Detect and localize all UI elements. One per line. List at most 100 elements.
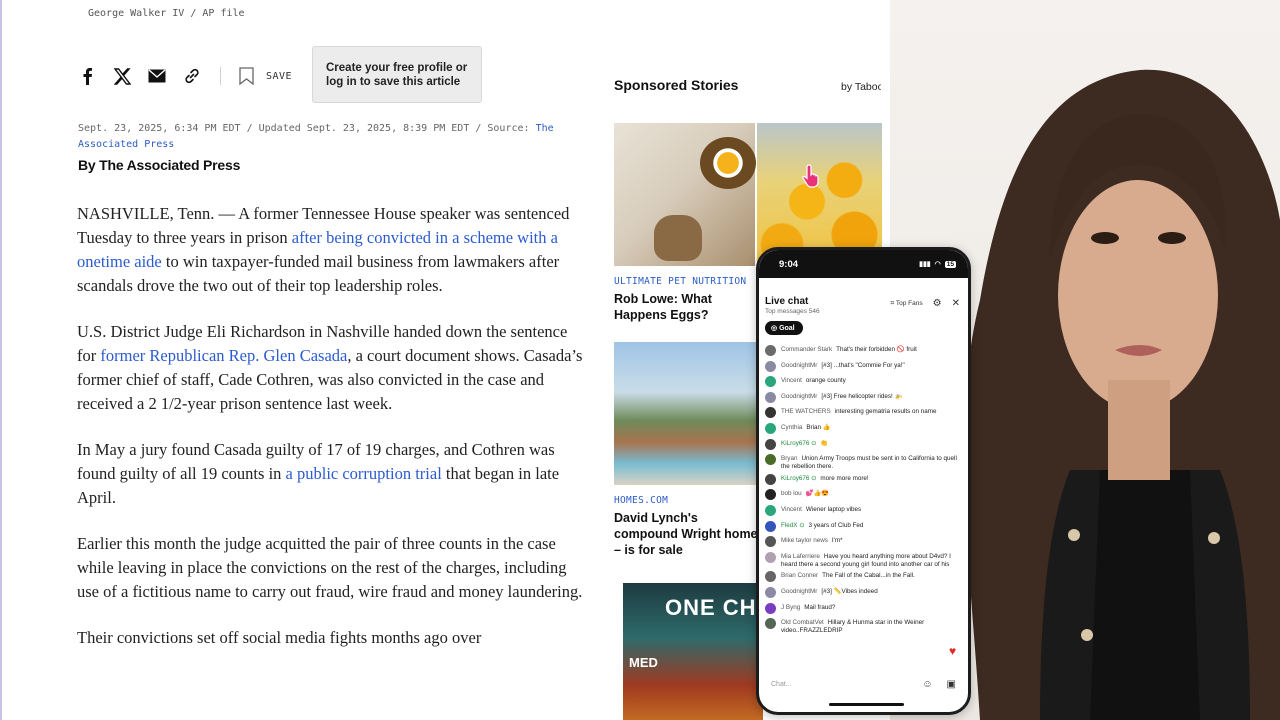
avatar[interactable] xyxy=(765,345,776,356)
chat-message[interactable]: Mia Laferriere Have you heard anything mo… xyxy=(765,551,960,569)
avatar[interactable] xyxy=(765,454,776,466)
avatar[interactable] xyxy=(765,376,776,388)
chat-text: 3 years of Club Fed xyxy=(808,521,864,529)
chat-text: orange county xyxy=(805,377,846,385)
chat-author[interactable]: Vincent xyxy=(781,377,802,384)
avatar[interactable] xyxy=(765,536,776,548)
chat-message-body: KiLroy676 ⊙ more more more! xyxy=(781,475,869,483)
facebook-icon[interactable] xyxy=(78,67,96,85)
status-icons: ▮▮▮ ◠ 15 xyxy=(919,260,956,268)
chat-author[interactable]: GoodnightMr xyxy=(781,588,817,595)
chat-text: 💕👍😍 xyxy=(805,490,830,498)
article-meta: Sept. 23, 2025, 6:34 PM EDT / Updated Se… xyxy=(78,121,578,153)
home-indicator xyxy=(829,703,904,706)
chat-author[interactable]: FledX ⊙ xyxy=(781,522,804,529)
chat-message[interactable]: KiLroy676 ⊙ 👏 xyxy=(765,438,960,452)
chat-message[interactable]: KiLroy676 ⊙ more more more! xyxy=(765,473,960,487)
avatar[interactable] xyxy=(765,551,776,563)
chat-message[interactable]: J Byng Mail fraud? xyxy=(765,602,960,616)
link-icon[interactable] xyxy=(183,67,201,85)
article-dateline: Sept. 23, 2025, 6:34 PM EDT / Updated Se… xyxy=(78,123,536,134)
avatar[interactable] xyxy=(765,618,776,630)
tv-show-image[interactable]: ONE CH MED xyxy=(623,583,763,720)
sponsored-headline[interactable]: Rob Lowe: What Happens Eggs? xyxy=(614,291,764,323)
chat-message-body: Mia Laferriere Have you heard anything mo… xyxy=(781,553,960,569)
chat-author[interactable]: GoodnightMr xyxy=(781,362,817,369)
chat-author[interactable]: KiLroy676 ⊙ xyxy=(781,475,816,482)
avatar[interactable] xyxy=(765,391,776,403)
chat-author[interactable]: KiLroy676 ⊙ xyxy=(781,440,816,447)
close-icon[interactable]: ✕ xyxy=(952,298,960,309)
chat-text: Mail fraud? xyxy=(804,603,836,611)
avatar[interactable] xyxy=(765,360,776,372)
chat-message[interactable]: Mike taylor news I'm* xyxy=(765,536,960,549)
avatar[interactable] xyxy=(765,422,776,434)
chat-message[interactable]: THE WATCHERS interesting gematria results… xyxy=(765,407,960,420)
chat-message[interactable]: GoodnightMr [#3] 📏Vibes indeed xyxy=(765,586,960,600)
avatar[interactable] xyxy=(765,586,776,598)
avatar[interactable] xyxy=(765,602,776,614)
avatar[interactable] xyxy=(765,489,776,501)
battery-icon: 15 xyxy=(944,260,956,268)
super-chat-icon[interactable]: ▣ xyxy=(947,679,956,690)
avatar[interactable] xyxy=(765,504,776,516)
avatar[interactable] xyxy=(765,438,776,450)
chat-message[interactable]: GoodnightMr [#3] ...that's "Commie For ya… xyxy=(765,360,960,374)
sponsored-image[interactable] xyxy=(614,123,882,266)
chat-author[interactable]: Brian Conner xyxy=(781,572,818,579)
avatar[interactable] xyxy=(765,407,776,419)
avatar[interactable] xyxy=(765,473,776,485)
avatar[interactable] xyxy=(765,571,776,583)
chat-author[interactable]: Mike taylor news xyxy=(781,537,828,544)
chat-input[interactable]: Chat... ☺ ▣ xyxy=(765,674,962,694)
chat-message[interactable]: Commander Stark That's their forbidden 🚫 … xyxy=(765,345,960,358)
chat-message-list: Commander Stark That's their forbidden 🚫 … xyxy=(759,344,968,635)
chat-message[interactable]: Vincent orange county xyxy=(765,376,960,389)
chat-author[interactable]: Old CombatVet xyxy=(781,619,824,626)
chat-message[interactable]: Old CombatVet Hillary & Hunma star in the… xyxy=(765,618,960,635)
chat-author[interactable]: J Byng xyxy=(781,604,800,611)
sponsored-by[interactable]: by Taboola xyxy=(841,81,881,93)
chat-message-body: Cynthia Brian 👍 xyxy=(781,424,831,432)
sponsored-card[interactable]: ONE CH MED xyxy=(623,583,763,720)
chat-message-body: bob lou 💕👍😍 xyxy=(781,490,829,498)
emoji-icon[interactable]: ☺ xyxy=(922,679,932,690)
chat-subtitle[interactable]: Top messages 546 xyxy=(765,308,960,315)
chat-message[interactable]: Cynthia Brian 👍 xyxy=(765,422,960,436)
chat-author[interactable]: Commander Stark xyxy=(781,346,832,353)
chat-text: I'm* xyxy=(831,537,843,545)
chat-message[interactable]: FledX ⊙ 3 years of Club Fed xyxy=(765,520,960,534)
chat-author[interactable]: Vincent xyxy=(781,506,802,513)
article-paragraph: Earlier this month the judge acquitted t… xyxy=(77,532,587,604)
chat-input-placeholder: Chat... xyxy=(771,680,792,688)
heart-icon[interactable]: ♥ xyxy=(949,644,956,658)
chat-message[interactable]: Brian Conner The Fall of the Cabal...in t… xyxy=(765,571,960,584)
chat-message[interactable]: Vincent Wiener laptop vibes xyxy=(765,504,960,518)
settings-icon[interactable]: ⚙ xyxy=(933,298,942,309)
chat-author[interactable]: bob lou xyxy=(781,490,802,497)
chat-author[interactable]: GoodnightMr xyxy=(781,393,817,400)
top-fans-button[interactable]: ⌗ Top Fans xyxy=(891,300,923,308)
save-button[interactable]: SAVE xyxy=(239,67,292,85)
chat-author[interactable]: Mia Laferriere xyxy=(781,553,820,560)
house-image[interactable] xyxy=(614,342,757,485)
goal-chip[interactable]: ◎ Goal xyxy=(765,321,803,335)
avatar[interactable] xyxy=(765,520,776,532)
bookmark-icon xyxy=(239,67,254,85)
share-bar: SAVE xyxy=(78,62,292,90)
article-link[interactable]: a public corruption trial xyxy=(286,464,442,483)
article-link[interactable]: former Republican Rep. Glen Casada xyxy=(100,346,347,365)
email-icon[interactable] xyxy=(148,67,166,85)
chat-message[interactable]: Bryan Union Army Troops must be sent in t… xyxy=(765,454,960,471)
chat-message[interactable]: GoodnightMr [#3] Free helicopter rides! 🚁 xyxy=(765,391,960,405)
chat-author[interactable]: THE WATCHERS xyxy=(781,408,831,415)
chat-message[interactable]: bob lou 💕👍😍 xyxy=(765,489,960,502)
save-tooltip: Create your free profile or log in to sa… xyxy=(312,46,482,103)
chat-message-body: Mike taylor news I'm* xyxy=(781,537,843,545)
chat-author[interactable]: Cynthia xyxy=(781,424,802,431)
chat-message-body: GoodnightMr [#3] Free helicopter rides! 🚁 xyxy=(781,393,902,401)
x-icon[interactable] xyxy=(113,67,131,85)
chat-text: [#3] 📏Vibes indeed xyxy=(821,587,878,595)
sponsored-headline[interactable]: David Lynch's compound Wright home – is … xyxy=(614,510,764,558)
chat-author[interactable]: Bryan xyxy=(781,455,797,462)
